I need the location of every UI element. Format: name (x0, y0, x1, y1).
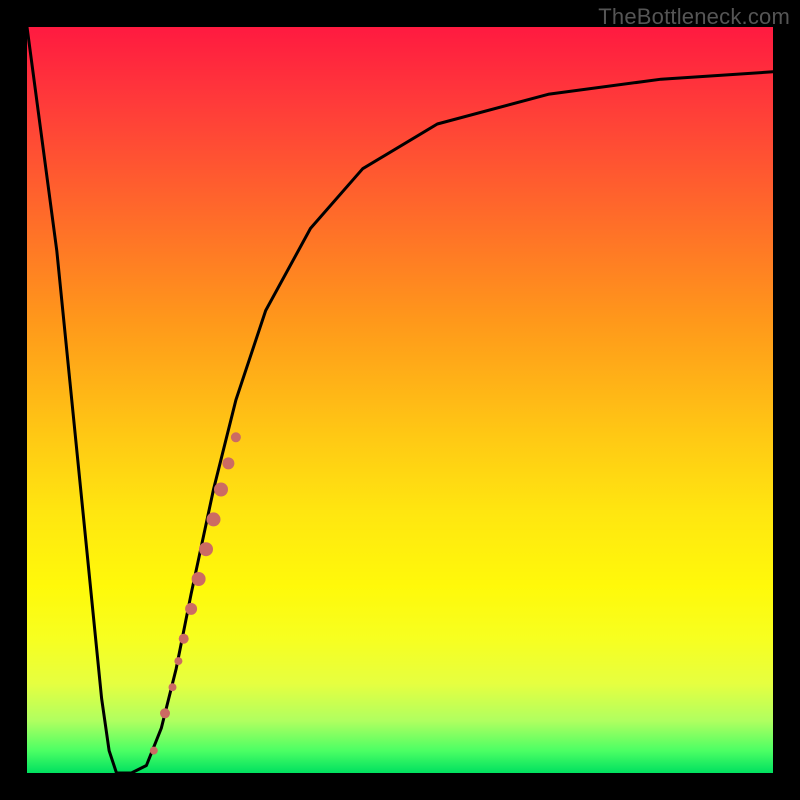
data-marker (169, 683, 177, 691)
watermark-text: TheBottleneck.com (598, 4, 790, 30)
curve-layer (27, 27, 773, 773)
data-marker (207, 512, 221, 526)
data-marker (222, 457, 234, 469)
bottleneck-curve (27, 27, 773, 773)
data-marker (192, 572, 206, 586)
data-marker (150, 747, 158, 755)
data-marker (214, 483, 228, 497)
data-marker (231, 432, 241, 442)
plot-area (27, 27, 773, 773)
data-marker (185, 603, 197, 615)
data-marker (160, 708, 170, 718)
data-marker (179, 634, 189, 644)
chart-frame: TheBottleneck.com (0, 0, 800, 800)
data-marker (174, 657, 182, 665)
data-marker (199, 542, 213, 556)
